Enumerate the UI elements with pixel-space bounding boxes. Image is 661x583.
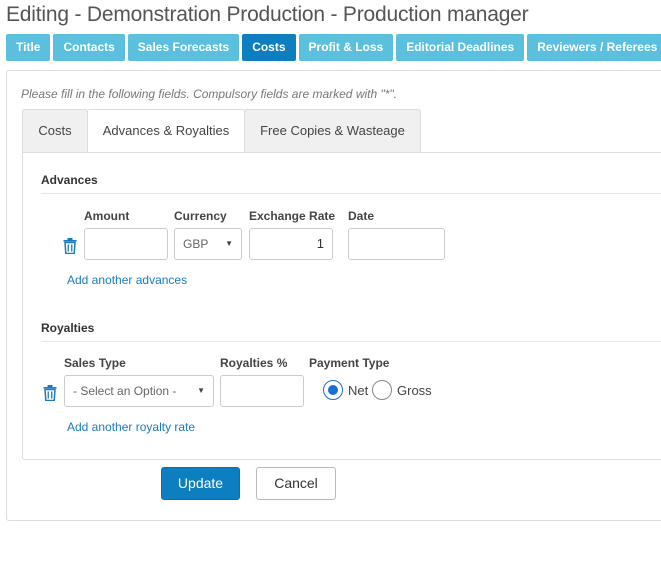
payment-gross-radio[interactable] (372, 380, 392, 400)
advance-amount-input[interactable] (84, 228, 168, 260)
amount-label: Amount (84, 209, 130, 223)
tab-reviewers-referees[interactable]: Reviewers / Referees (527, 34, 661, 61)
tab-sales-forecasts[interactable]: Sales Forecasts (127, 34, 240, 61)
currency-value: GBP (183, 237, 209, 251)
page-title: Editing - Demonstration Production - Pro… (6, 3, 529, 26)
advances-divider (41, 193, 661, 194)
payment-net-radio[interactable] (323, 380, 343, 400)
royalties-pct-input[interactable] (220, 375, 304, 407)
caret-down-icon: ▼ (225, 239, 233, 248)
tab-costs[interactable]: Costs (242, 34, 296, 61)
trash-icon[interactable] (43, 385, 57, 401)
add-advance-link[interactable]: Add another advances (67, 273, 187, 287)
subtab-free-copies-wasteage[interactable]: Free Copies & Wasteage (244, 109, 421, 152)
payment-gross-label: Gross (397, 383, 432, 398)
form-panel: Please fill in the following fields. Com… (6, 70, 661, 521)
subtab-costs[interactable]: Costs (22, 109, 88, 152)
add-royalty-link[interactable]: Add another royalty rate (67, 420, 195, 434)
exchange-rate-label: Exchange Rate (249, 209, 336, 223)
exchange-rate-input[interactable]: 1 (249, 228, 333, 260)
advance-currency-select[interactable]: GBP ▼ (174, 228, 242, 260)
subtab-advances-royalties[interactable]: Advances & Royalties (87, 109, 245, 153)
cancel-button[interactable]: Cancel (256, 467, 336, 500)
sales-type-value: - Select an Option - (73, 384, 177, 398)
royalties-divider (41, 341, 661, 342)
tab-profit-loss[interactable]: Profit & Loss (298, 34, 394, 61)
sales-type-select[interactable]: - Select an Option - ▼ (64, 375, 214, 407)
main-tabs: Title Contacts Sales Forecasts Costs Profit … (6, 34, 661, 61)
tab-contacts[interactable]: Contacts (53, 34, 125, 61)
form-hint: Please fill in the following fields. Com… (21, 87, 398, 101)
advance-date-input[interactable] (348, 228, 445, 260)
sales-type-label: Sales Type (64, 356, 126, 370)
tab-title[interactable]: Title (6, 34, 51, 61)
update-button[interactable]: Update (161, 467, 240, 500)
date-label: Date (348, 209, 375, 223)
currency-label: Currency (174, 209, 227, 223)
payment-net-label: Net (348, 383, 369, 398)
royalties-pct-label: Royalties % (220, 356, 288, 370)
advances-heading: Advances (41, 173, 98, 187)
caret-down-icon: ▼ (197, 386, 205, 395)
royalties-heading: Royalties (41, 321, 95, 335)
advances-royalties-form: Advances Amount Currency Exchange Rate D… (22, 152, 661, 460)
tab-editorial-deadlines[interactable]: Editorial Deadlines (396, 34, 525, 61)
payment-type-label: Payment Type (309, 356, 390, 370)
trash-icon[interactable] (63, 238, 77, 254)
